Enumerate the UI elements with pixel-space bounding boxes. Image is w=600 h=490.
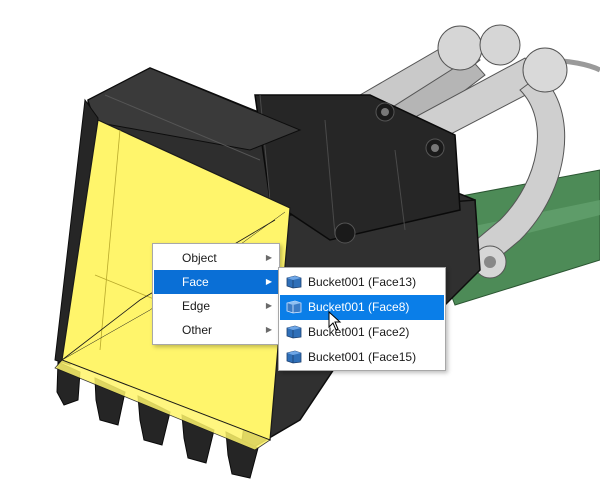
3d-viewport[interactable] [0,0,600,490]
face-submenu: Bucket001 (Face13) Bucket001 (Face8) Buc… [278,267,446,371]
mouse-pointer-icon [328,311,342,331]
submenu-arrow-icon: ▶ [265,301,272,310]
submenu-item-face15[interactable]: Bucket001 (Face15) [280,345,444,370]
menu-item-object[interactable]: Object ▶ [154,246,278,270]
menu-item-label: Edge [182,299,211,313]
submenu-arrow-icon: ▶ [265,277,272,286]
context-menu: Object ▶ Face ▶ Edge ▶ Other ▶ [152,243,280,345]
menu-item-face[interactable]: Face ▶ [154,270,278,294]
face-icon [286,350,302,364]
face-icon [286,325,302,339]
menu-item-label: Object [182,251,217,265]
menu-item-label: Face [182,275,209,289]
submenu-item-label: Bucket001 (Face2) [308,325,410,339]
face-icon [286,275,302,289]
menu-item-other[interactable]: Other ▶ [154,318,278,342]
submenu-item-face8[interactable]: Bucket001 (Face8) [280,295,444,320]
submenu-arrow-icon: ▶ [265,253,272,262]
menu-item-label: Other [182,323,213,337]
submenu-item-label: Bucket001 (Face15) [308,350,417,364]
submenu-item-label: Bucket001 (Face8) [308,300,410,314]
submenu-item-label: Bucket001 (Face13) [308,275,417,289]
submenu-arrow-icon: ▶ [265,325,272,334]
face-icon [286,300,302,314]
submenu-item-face13[interactable]: Bucket001 (Face13) [280,270,444,295]
menu-item-edge[interactable]: Edge ▶ [154,294,278,318]
submenu-item-face2[interactable]: Bucket001 (Face2) [280,320,444,345]
